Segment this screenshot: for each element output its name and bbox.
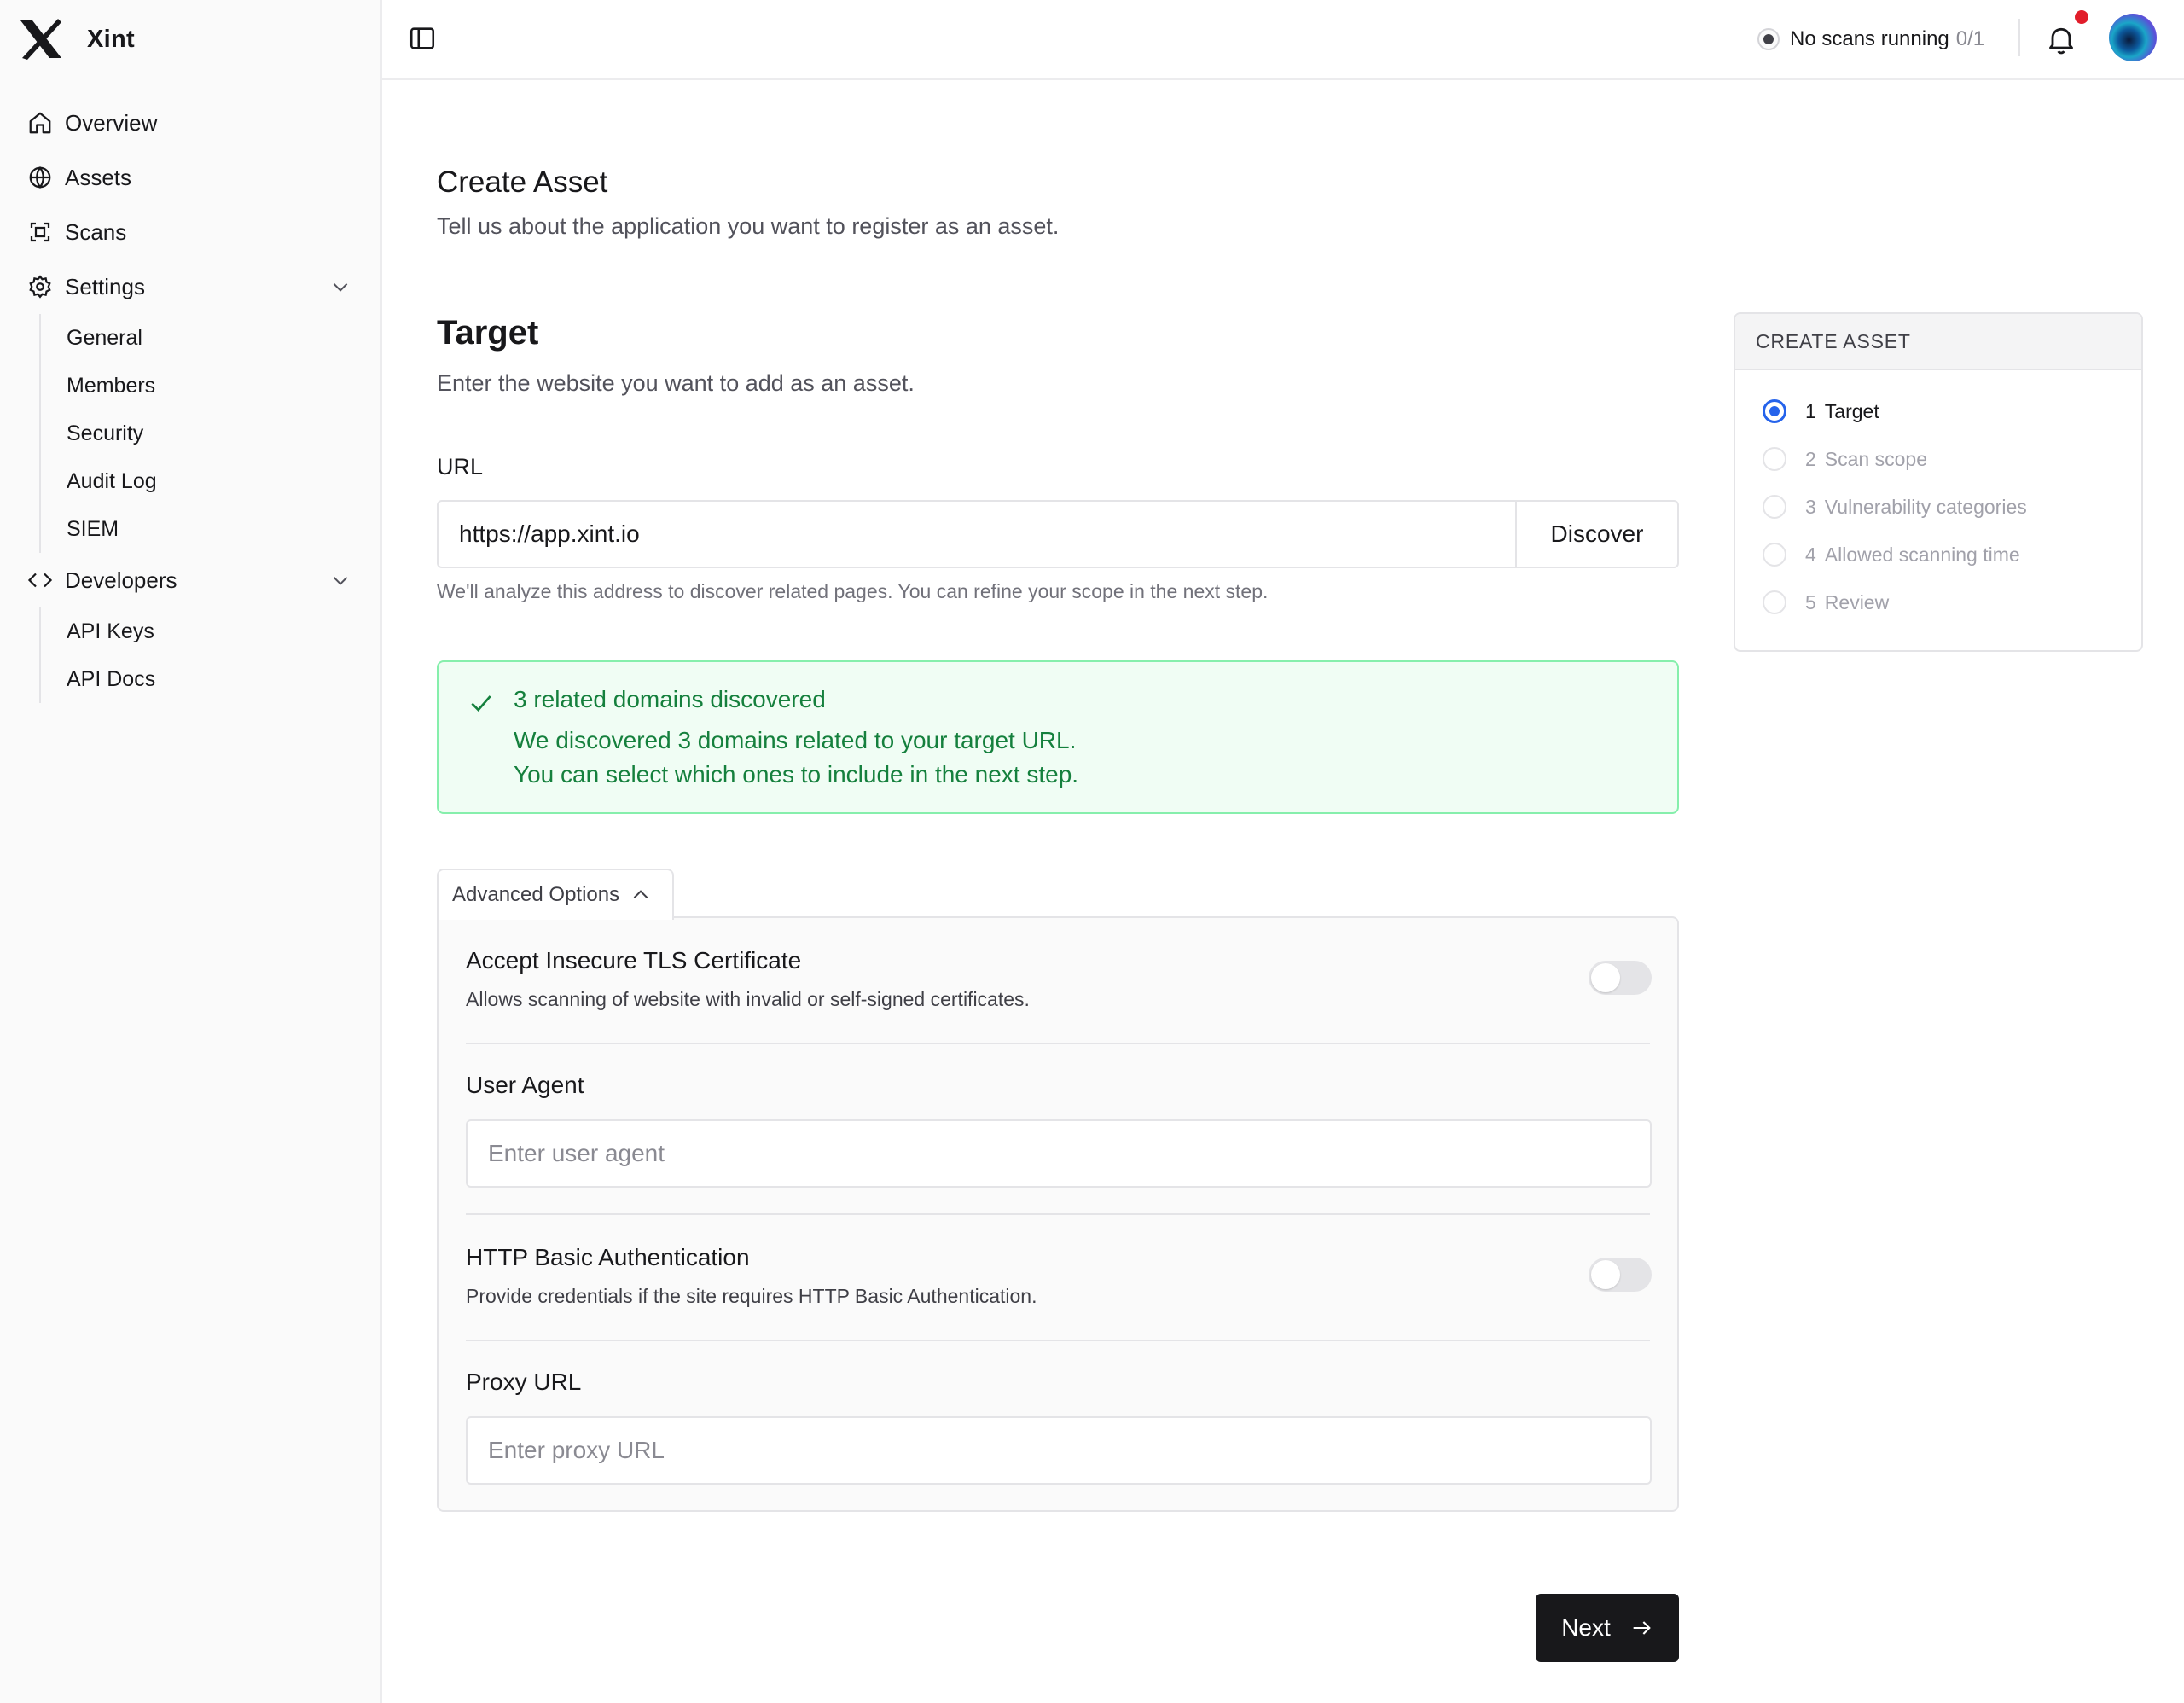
notification-badge	[2075, 10, 2088, 24]
step-allowed-scanning-time[interactable]: 4 Allowed scanning time	[1763, 543, 2020, 567]
next-button-label: Next	[1561, 1614, 1611, 1641]
tls-toggle[interactable]	[1589, 961, 1652, 995]
sidebar-item-overview[interactable]: Overview	[0, 96, 382, 150]
sidebar-item-general[interactable]: General	[41, 314, 382, 362]
step-radio-icon	[1763, 399, 1786, 423]
sidebar-item-label: Developers	[65, 567, 177, 593]
divider	[466, 1213, 1650, 1215]
divider	[466, 1043, 1650, 1044]
advanced-options-panel: Accept Insecure TLS Certificate Allows s…	[437, 916, 1679, 1512]
step-number: 1	[1805, 399, 1816, 422]
avatar[interactable]	[2109, 14, 2157, 61]
basic-auth-option-title: HTTP Basic Authentication	[466, 1244, 750, 1270]
developers-subnav: API Keys API Docs	[39, 607, 382, 703]
chevron-down-icon[interactable]	[329, 276, 351, 298]
alert-title: 3 related domains discovered	[514, 686, 826, 712]
sidebar-item-developers[interactable]: Developers	[0, 553, 382, 607]
sidebar-item-api-keys[interactable]: API Keys	[41, 607, 382, 655]
chevron-down-icon[interactable]	[329, 569, 351, 591]
advanced-options-toggle[interactable]: Advanced Options	[437, 869, 674, 920]
gear-icon	[27, 274, 53, 299]
sidebar-item-scans[interactable]: Scans	[0, 205, 382, 259]
divider	[466, 1340, 1650, 1341]
create-asset-stepper: CREATE ASSET 1 Target 2 Scan scope 3 Vul…	[1734, 312, 2143, 652]
step-label: Target	[1824, 399, 1879, 422]
tls-option-description: Allows scanning of website with invalid …	[466, 988, 1030, 1010]
step-radio-icon	[1763, 495, 1786, 519]
divider	[2018, 19, 2020, 56]
step-vulnerability-categories[interactable]: 3 Vulnerability categories	[1763, 495, 2027, 519]
step-radio-icon	[1763, 590, 1786, 614]
user-agent-input[interactable]	[466, 1119, 1652, 1188]
xint-logo	[20, 19, 61, 60]
scan-count: 0/1	[1955, 27, 1985, 50]
section-title: Target	[437, 314, 539, 352]
sidebar-item-audit-log[interactable]: Audit Log	[41, 457, 382, 505]
step-review[interactable]: 5 Review	[1763, 590, 1889, 614]
step-label: Review	[1824, 590, 1890, 613]
alert-message-line: We discovered 3 domains related to your …	[514, 727, 1077, 753]
brand[interactable]: Xint	[17, 17, 135, 61]
page-title: Create Asset	[437, 166, 608, 199]
success-alert: 3 related domains discovered We discover…	[437, 660, 1679, 814]
sidebar-item-api-docs[interactable]: API Docs	[41, 655, 382, 703]
sidebar-item-siem[interactable]: SIEM	[41, 505, 382, 553]
app-name: Xint	[87, 25, 135, 53]
sidebar-item-label: Scans	[65, 218, 127, 245]
alert-message-line: You can select which ones to include in …	[514, 761, 1079, 788]
page-subtitle: Tell us about the application you want t…	[437, 213, 1060, 239]
step-number: 4	[1805, 543, 1816, 566]
sidebar-item-assets[interactable]: Assets	[0, 150, 382, 205]
sidebar: Xint Overview Assets Scans Settings Gene…	[0, 0, 382, 1703]
next-button[interactable]: Next	[1536, 1594, 1679, 1662]
proxy-url-label: Proxy URL	[466, 1369, 582, 1395]
basic-auth-option-description: Provide credentials if the site requires…	[466, 1285, 1037, 1307]
scan-icon	[27, 219, 53, 245]
url-help-text: We'll analyze this address to discover r…	[437, 580, 1269, 602]
status-dot-icon	[1757, 28, 1780, 50]
proxy-url-input[interactable]	[466, 1416, 1652, 1485]
step-scan-scope[interactable]: 2 Scan scope	[1763, 447, 1927, 471]
step-radio-icon	[1763, 543, 1786, 567]
bell-icon[interactable]	[2044, 22, 2078, 56]
sidebar-item-label: Assets	[65, 164, 132, 190]
advanced-options-label: Advanced Options	[452, 883, 620, 906]
globe-icon	[27, 165, 53, 190]
top-bar: No scans running 0/1	[382, 0, 2184, 80]
scan-status-text: No scans running	[1790, 27, 1949, 50]
sidebar-item-members[interactable]: Members	[41, 362, 382, 410]
check-icon	[471, 695, 491, 712]
code-icon	[27, 567, 53, 593]
sidebar-item-settings[interactable]: Settings	[0, 259, 382, 314]
sidebar-item-security[interactable]: Security	[41, 410, 382, 457]
sidebar-nav: Overview Assets Scans Settings General M…	[0, 96, 382, 703]
step-radio-icon	[1763, 447, 1786, 471]
settings-subnav: General Members Security Audit Log SIEM	[39, 314, 382, 553]
tls-option-title: Accept Insecure TLS Certificate	[466, 947, 802, 974]
sidebar-item-label: Settings	[65, 273, 145, 299]
url-input[interactable]	[439, 502, 1515, 567]
basic-auth-toggle[interactable]	[1589, 1258, 1652, 1292]
section-subtitle: Enter the website you want to add as an …	[437, 370, 915, 396]
stepper-header: CREATE ASSET	[1735, 314, 2141, 370]
arrow-right-icon	[1633, 1621, 1651, 1635]
step-label: Allowed scanning time	[1824, 543, 2020, 566]
step-number: 5	[1805, 590, 1816, 613]
step-label: Scan scope	[1824, 447, 1927, 470]
url-input-group: Discover	[437, 500, 1679, 568]
chevron-up-icon	[633, 890, 648, 898]
url-label: URL	[437, 454, 484, 480]
discover-button[interactable]: Discover	[1515, 502, 1677, 567]
step-number: 3	[1805, 495, 1816, 518]
user-agent-label: User Agent	[466, 1072, 584, 1098]
sidebar-toggle-icon[interactable]	[408, 24, 437, 53]
home-icon	[27, 110, 53, 136]
step-number: 2	[1805, 447, 1816, 470]
scan-status[interactable]: No scans running 0/1	[1757, 22, 1984, 56]
step-label: Vulnerability categories	[1824, 495, 2027, 518]
sidebar-item-label: Overview	[65, 109, 158, 136]
step-target[interactable]: 1 Target	[1763, 399, 1879, 423]
